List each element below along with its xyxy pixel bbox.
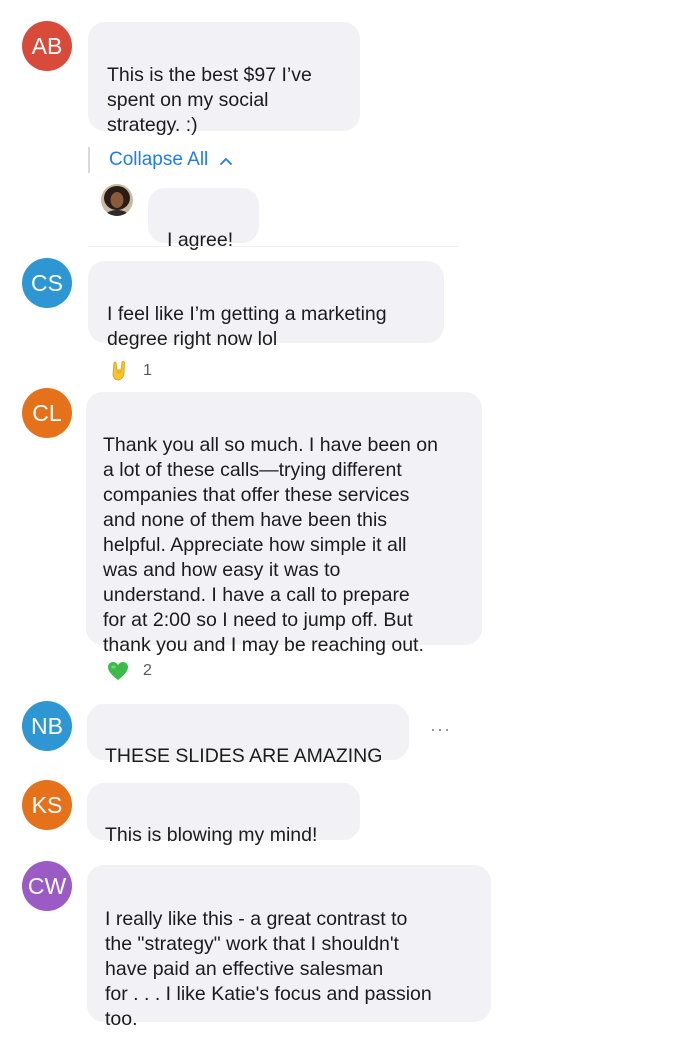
avatar-initials: NB (31, 712, 63, 739)
message-bubble[interactable]: THESE SLIDES ARE AMAZING (87, 704, 409, 767)
avatar-ab[interactable]: AB (22, 21, 72, 71)
message-text: I agree! (167, 229, 234, 251)
message-bubble[interactable]: I agree! (148, 188, 259, 251)
user-photo-avatar[interactable] (101, 184, 133, 216)
message-text: I feel like I’m getting a marketing degr… (107, 303, 387, 350)
message-text: This is the best $97 I’ve spent on my so… (107, 64, 312, 136)
reaction-count: 2 (143, 662, 152, 679)
message-text: I really like this - a great contrast to… (105, 908, 432, 1030)
message-text: This is blowing my mind! (105, 824, 318, 846)
more-options-icon: ··· (430, 719, 451, 739)
message-bubble[interactable]: This is blowing my mind! (87, 783, 360, 846)
message-bubble[interactable]: I feel like I’m getting a marketing degr… (88, 261, 444, 350)
collapse-all-button[interactable]: Collapse All (88, 147, 233, 173)
collapse-all-label: Collapse All (109, 149, 209, 170)
message-text: THESE SLIDES ARE AMAZING (105, 745, 383, 767)
message-bubble[interactable]: I really like this - a great contrast to… (87, 865, 491, 1030)
message-text: Thank you all so much. I have been on a … (103, 434, 438, 656)
avatar-ks[interactable]: KS (22, 780, 72, 830)
reaction-count: 1 (143, 362, 152, 379)
rock-on-hand-icon (109, 360, 129, 382)
chevron-up-icon (220, 149, 233, 171)
reaction-pill[interactable]: 2 (107, 661, 152, 681)
avatar-initials: CS (31, 269, 63, 296)
avatar-initials: CW (27, 872, 67, 899)
thread-divider (88, 246, 458, 247)
green-heart-icon (107, 661, 129, 681)
avatar-initials: AB (31, 32, 63, 59)
avatar-initials: KS (31, 791, 63, 818)
avatar-cs[interactable]: CS (22, 258, 72, 308)
avatar-cw[interactable]: CW (22, 861, 72, 911)
message-bubble[interactable]: Thank you all so much. I have been on a … (86, 392, 482, 656)
avatar-cl[interactable]: CL (22, 388, 72, 438)
avatar-initials: CL (32, 399, 62, 426)
more-options-button[interactable]: ··· (430, 719, 451, 740)
message-bubble[interactable]: This is the best $97 I’ve spent on my so… (88, 22, 360, 136)
avatar-nb[interactable]: NB (22, 701, 72, 751)
reaction-pill[interactable]: 1 (109, 360, 152, 382)
